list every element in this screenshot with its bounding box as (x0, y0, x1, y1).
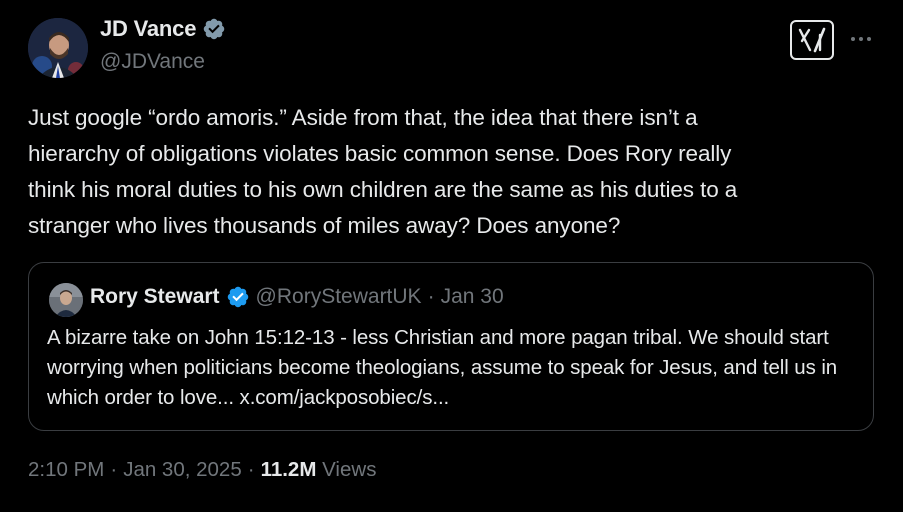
quoted-author-avatar-image (49, 283, 83, 317)
quoted-verified-badge-icon[interactable] (226, 285, 250, 309)
author-handle[interactable]: @JDVance (100, 50, 205, 74)
more-icon (851, 37, 871, 41)
quoted-tweet-header: Rory Stewart @RoryStewartUK · Jan 30 (90, 285, 504, 309)
grok-icon (798, 27, 826, 53)
quoted-author-handle[interactable]: @RoryStewartUK (256, 285, 422, 309)
quoted-author-avatar[interactable] (49, 283, 83, 317)
author-name-row: JD Vance (100, 16, 226, 42)
quoted-separator: · (427, 285, 435, 308)
author-display-name[interactable]: JD Vance (100, 16, 196, 42)
tweet-date[interactable]: Jan 30, 2025 (123, 458, 242, 482)
quoted-tweet-card[interactable]: Rory Stewart @RoryStewartUK · Jan 30 A b… (28, 262, 874, 431)
tweet-time[interactable]: 2:10 PM (28, 458, 104, 482)
grok-button[interactable] (790, 20, 834, 60)
author-avatar[interactable] (28, 18, 88, 78)
views-label[interactable]: Views (322, 458, 376, 481)
tweet: JD Vance @JDVance Just google “ordo amor… (0, 0, 903, 512)
more-options-button[interactable] (848, 26, 874, 52)
quoted-tweet-date[interactable]: Jan 30 (441, 285, 504, 309)
meta-separator-2: · (247, 458, 255, 481)
author-avatar-image (28, 18, 88, 78)
tweet-text: Just google “ordo amoris.” Aside from th… (28, 105, 738, 238)
verified-badge-icon[interactable] (202, 17, 226, 41)
quoted-author-name[interactable]: Rory Stewart (90, 285, 220, 309)
tweet-meta-row: 2:10 PM · Jan 30, 2025 · 11.2M Views (28, 458, 376, 482)
views-count[interactable]: 11.2M (261, 458, 317, 481)
quoted-tweet-text: A bizarre take on John 15:12-13 - less C… (47, 326, 838, 409)
meta-separator: · (110, 458, 118, 481)
